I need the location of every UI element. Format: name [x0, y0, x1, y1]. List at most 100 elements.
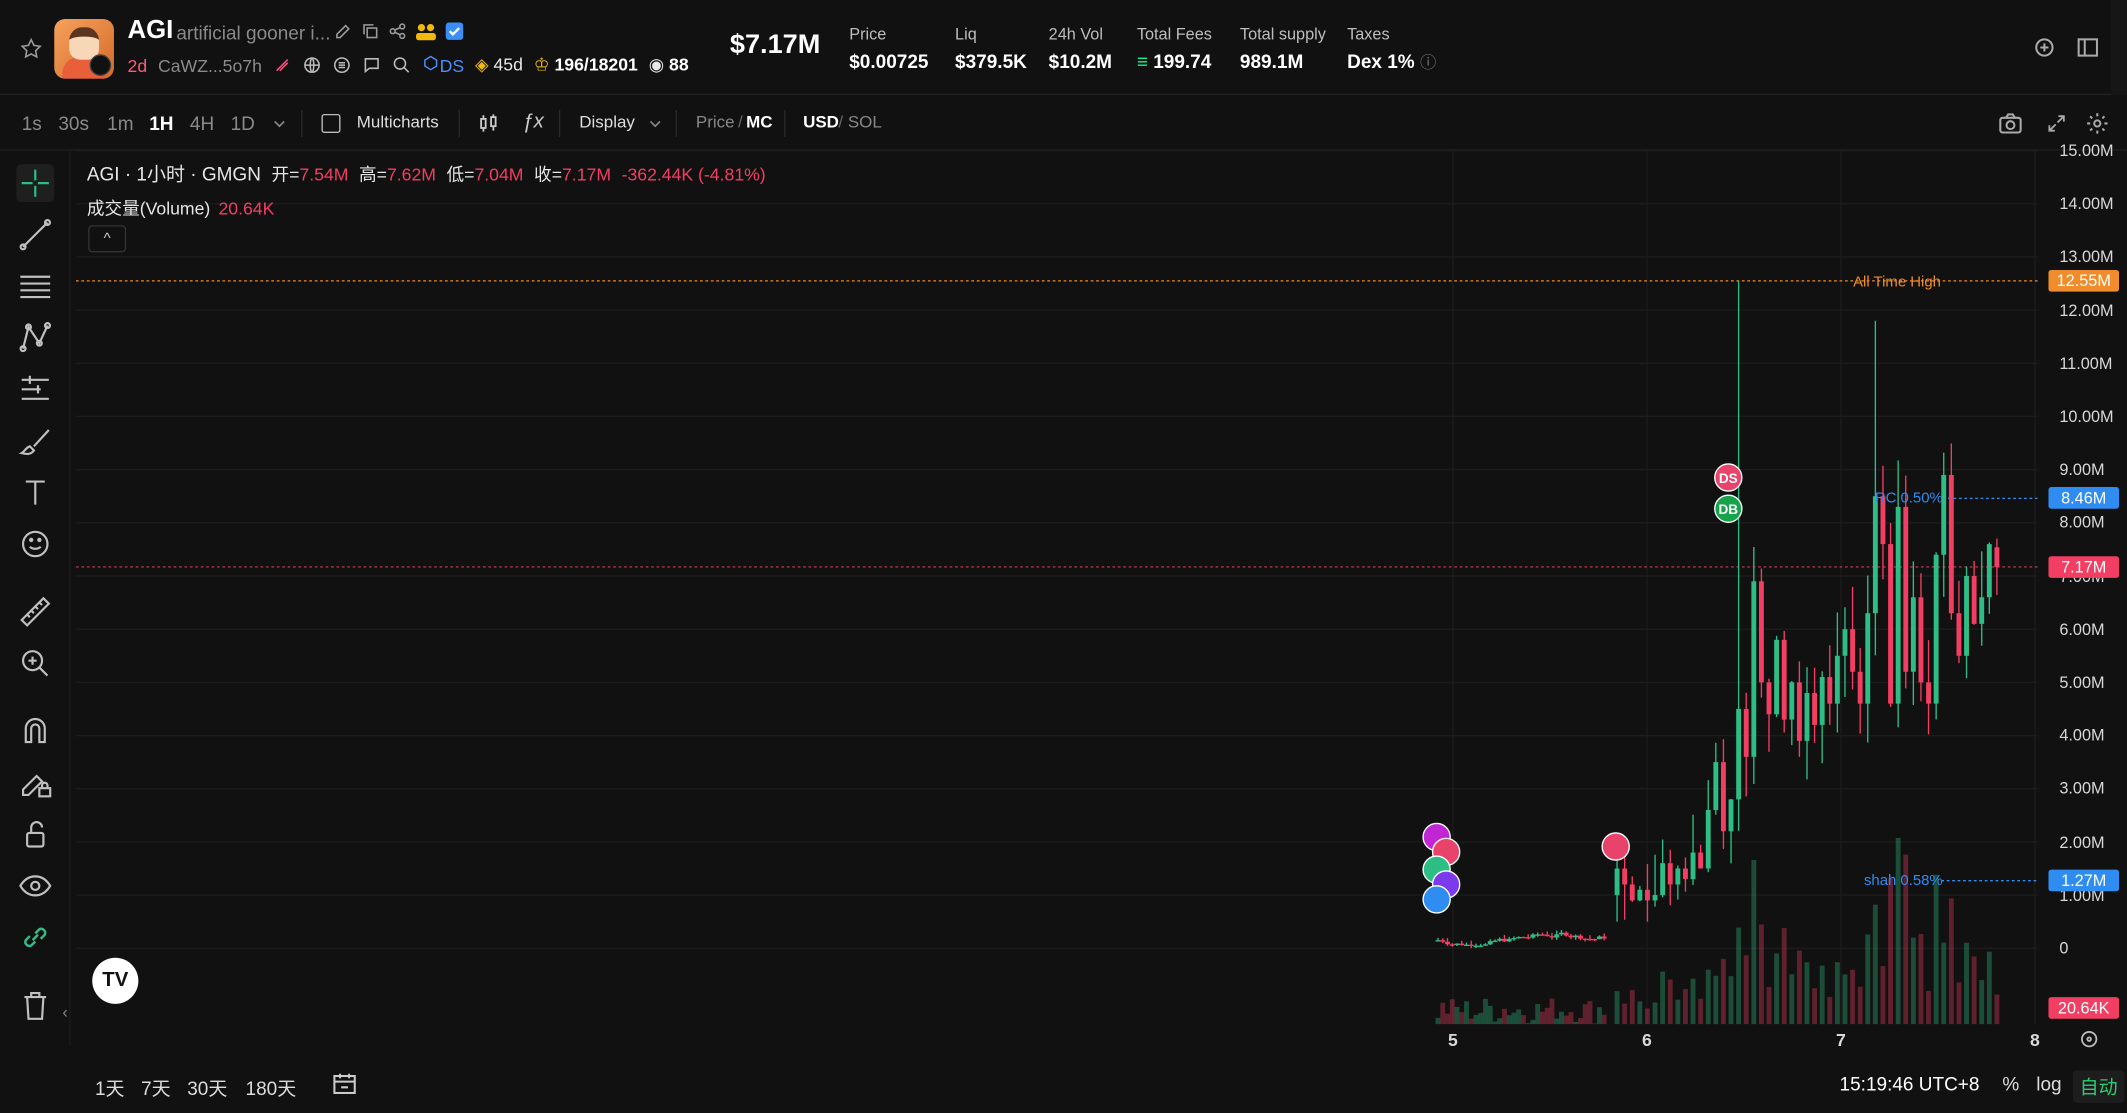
ruler-tool[interactable]: [16, 593, 54, 631]
fib-tool[interactable]: [16, 267, 54, 305]
copy-icon[interactable]: [361, 22, 380, 41]
pump-icon[interactable]: [273, 56, 292, 75]
candles-type-icon[interactable]: [478, 113, 500, 135]
price-tick-label: 11.00M: [2059, 353, 2113, 373]
volume-bar: [1713, 975, 1719, 1025]
tradingview-logo[interactable]: TV: [92, 957, 139, 1004]
candle-body: [1888, 544, 1893, 704]
timeframe-30s[interactable]: 30s: [58, 113, 89, 135]
volume-bar: [1941, 942, 1947, 1025]
candle-body: [1728, 799, 1734, 832]
search-icon[interactable]: [392, 56, 411, 75]
delete-tool[interactable]: [16, 986, 54, 1024]
range-1d[interactable]: 1天: [95, 1074, 125, 1101]
timeframe-4h[interactable]: 4H: [190, 113, 214, 135]
legend-low-key: 低=: [446, 164, 475, 185]
volume-bar: [1483, 998, 1488, 1025]
list-icon[interactable]: [332, 56, 351, 75]
volume-bar: [1464, 1001, 1469, 1025]
price-toggle[interactable]: Price: [696, 113, 735, 132]
pattern-tool[interactable]: [16, 319, 54, 357]
chevron-down-icon[interactable]: [647, 115, 663, 131]
timeframe-1h[interactable]: 1H: [149, 113, 173, 135]
volume-bar: [1971, 956, 1977, 1025]
text-tool[interactable]: [16, 473, 54, 511]
auto-scale-toggle[interactable]: 自动: [2072, 1070, 2125, 1103]
share-icon[interactable]: [388, 22, 407, 41]
sol-toggle[interactable]: SOL: [848, 113, 882, 132]
calendar-range-icon[interactable]: [331, 1070, 358, 1097]
chevron-down-icon[interactable]: [271, 115, 287, 131]
verified-icon[interactable]: [445, 22, 464, 41]
forecast-tool[interactable]: [16, 370, 54, 408]
candle-body: [1903, 506, 1909, 672]
log-scale-toggle[interactable]: log: [2036, 1073, 2061, 1095]
candle-body: [1743, 708, 1749, 757]
usd-toggle[interactable]: USD: [803, 113, 839, 132]
price-axis[interactable]: 01.00M2.00M3.00M4.00M5.00M6.00M7.00M8.00…: [2038, 141, 2127, 1025]
candle-body: [1535, 934, 1541, 936]
timeframe-1m[interactable]: 1m: [107, 113, 133, 135]
chat-icon[interactable]: [362, 56, 381, 75]
legend-close-key: 收=: [534, 164, 562, 185]
clock[interactable]: 15:19:46 UTC+8: [1840, 1073, 1980, 1095]
zoom-tool[interactable]: [16, 644, 54, 682]
lock-tool[interactable]: [16, 815, 54, 853]
website-icon[interactable]: [303, 56, 322, 75]
collapse-legend-button[interactable]: ^: [88, 225, 127, 253]
token-address[interactable]: CaWZ...5o7h: [158, 55, 262, 75]
mc-toggle[interactable]: MC: [746, 113, 772, 132]
panel-layout-icon[interactable]: [2076, 35, 2100, 59]
candle-body: [1568, 935, 1574, 938]
indicators-icon[interactable]: ƒx: [522, 110, 543, 133]
candle-body: [1827, 677, 1833, 704]
price-chart[interactable]: All Time High RC 0.50% shah 0.58% DS DB: [75, 150, 2038, 1025]
candle-body: [1435, 940, 1441, 942]
brush-tool[interactable]: [16, 422, 54, 460]
edit-icon[interactable]: [334, 22, 353, 41]
stat-label: Price: [849, 24, 887, 44]
trendline-tool[interactable]: [16, 216, 54, 254]
community-icon[interactable]: [415, 22, 437, 41]
time-tick-label: 8: [2029, 1029, 2040, 1051]
candle-body: [1549, 936, 1555, 938]
link-tool[interactable]: [16, 918, 54, 956]
multicharts-checkbox[interactable]: [321, 113, 341, 133]
price-tick-label: 8.00M: [2059, 513, 2105, 533]
lock-drawing-tool[interactable]: [16, 764, 54, 802]
emoji-tool[interactable]: [16, 525, 54, 563]
time-axis[interactable]: 5 6 7 8: [76, 1024, 2040, 1054]
crosshair-tool[interactable]: [16, 164, 55, 203]
camera-icon[interactable]: [1997, 110, 2024, 137]
price-tick-label: 5.00M: [2059, 672, 2105, 692]
range-7d[interactable]: 7天: [141, 1074, 171, 1101]
eye-icon: [19, 875, 52, 897]
stat-label: 24h Vol: [1048, 24, 1103, 44]
axis-settings-icon[interactable]: [2078, 1028, 2100, 1050]
token-age: 2d: [127, 54, 148, 76]
percent-scale-toggle[interactable]: %: [2002, 1073, 2019, 1095]
range-180d[interactable]: 180天: [246, 1074, 297, 1101]
timeframe-1d[interactable]: 1D: [231, 113, 255, 135]
magnet-tool[interactable]: [16, 712, 54, 750]
timeframe-1s[interactable]: 1s: [22, 113, 42, 135]
range-30d[interactable]: 30天: [187, 1074, 227, 1101]
collapse-toolbar-icon[interactable]: ‹: [62, 1003, 67, 1022]
display-menu[interactable]: Display: [579, 113, 635, 132]
candle-body: [1468, 944, 1474, 947]
candle-body: [1497, 938, 1503, 941]
candle-body: [1622, 868, 1628, 885]
star-icon[interactable]: [19, 37, 43, 61]
add-widget-icon[interactable]: [2032, 35, 2056, 59]
candle-body: [1804, 693, 1810, 741]
gear-icon[interactable]: [2085, 111, 2109, 135]
expand-icon[interactable]: [2046, 113, 2068, 135]
fib-icon: [20, 275, 51, 299]
visibility-tool[interactable]: [16, 867, 54, 905]
dex-tag[interactable]: DS: [422, 54, 464, 76]
stat-value: $10.2M: [1048, 50, 1113, 72]
link-icon: [24, 927, 47, 948]
stat-label: Total supply: [1239, 24, 1326, 44]
help-icon[interactable]: ⓘ: [1420, 53, 1436, 72]
multicharts-label[interactable]: Multicharts: [357, 113, 439, 132]
